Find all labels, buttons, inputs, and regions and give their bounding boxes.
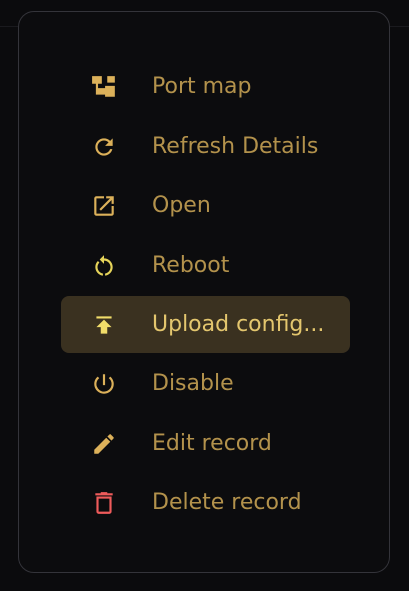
menu-item-open[interactable]: Open (61, 177, 350, 234)
menu-item-disable[interactable]: Disable (61, 355, 350, 412)
menu-item-label: Delete record (152, 490, 302, 515)
trash-icon (91, 490, 117, 516)
menu-item-label: Edit record (152, 431, 272, 456)
menu-item-label: Upload config... (152, 312, 325, 337)
menu-item-label: Port map (152, 74, 252, 99)
pencil-icon (91, 431, 117, 457)
reboot-icon (91, 253, 117, 279)
menu-item-label: Open (152, 193, 211, 218)
refresh-icon (91, 134, 117, 160)
upload-icon (91, 312, 117, 338)
menu-item-upload-config[interactable]: Upload config... (61, 296, 350, 353)
menu-item-edit-record[interactable]: Edit record (61, 415, 350, 472)
menu-item-port-map[interactable]: Port map (61, 58, 350, 115)
menu-item-refresh-details[interactable]: Refresh Details (61, 118, 350, 175)
menu-item-delete-record[interactable]: Delete record (61, 474, 350, 531)
menu-item-label: Refresh Details (152, 134, 319, 159)
open-external-icon (91, 193, 117, 219)
port-map-icon (91, 74, 117, 100)
menu-item-reboot[interactable]: Reboot (61, 237, 350, 294)
context-menu: Port map Refresh Details Open Reboot Upl… (18, 11, 390, 573)
power-icon (91, 371, 117, 397)
menu-item-label: Disable (152, 371, 234, 396)
menu-item-label: Reboot (152, 253, 230, 278)
